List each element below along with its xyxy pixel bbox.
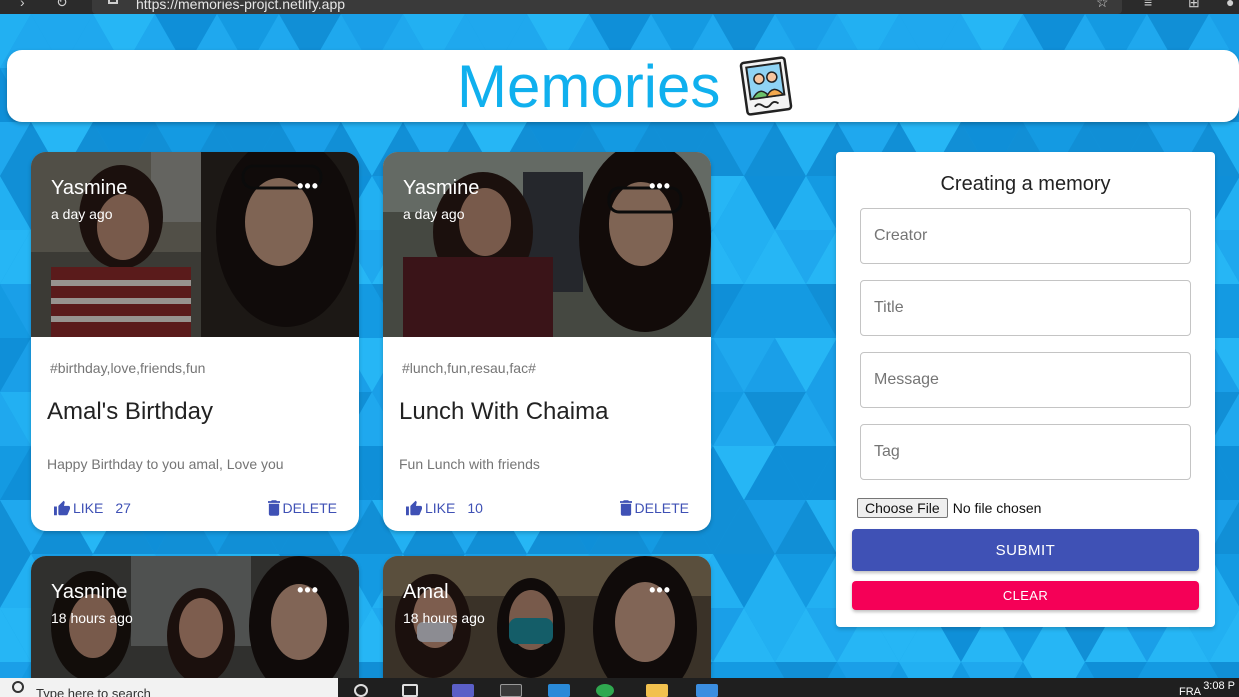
thumb-up-icon bbox=[406, 500, 422, 516]
memory-card: Yasmine a day ago ••• #lunch,fun,resau,f… bbox=[383, 152, 711, 531]
refresh-icon[interactable]: ↻ bbox=[56, 0, 68, 11]
profile-icon[interactable]: ● bbox=[1226, 0, 1234, 10]
more-options-icon[interactable]: ••• bbox=[297, 580, 319, 601]
app-header: Memories bbox=[7, 50, 1239, 122]
post-tags: #lunch,fun,resau,fac# bbox=[402, 360, 536, 376]
trash-icon bbox=[267, 500, 280, 516]
post-time: a day ago bbox=[403, 206, 465, 222]
memory-card: Yasmine 18 hours ago ••• bbox=[31, 556, 359, 678]
memory-photo: Yasmine a day ago ••• bbox=[31, 152, 359, 337]
vscode-icon[interactable] bbox=[548, 684, 570, 697]
edge-browser-icon[interactable] bbox=[596, 684, 614, 697]
system-clock[interactable]: 3:08 P bbox=[1203, 680, 1235, 692]
post-time: a day ago bbox=[51, 206, 113, 222]
tag-input[interactable] bbox=[860, 424, 1191, 480]
delete-label: DELETE bbox=[282, 500, 337, 516]
search-icon bbox=[12, 681, 24, 693]
like-button[interactable]: LIKE 27 bbox=[53, 500, 131, 516]
post-creator: Yasmine bbox=[51, 177, 128, 199]
message-input[interactable] bbox=[860, 352, 1191, 408]
taskbar-search-placeholder: Type here to search bbox=[36, 686, 151, 697]
post-message: Fun Lunch with friends bbox=[399, 456, 540, 472]
browser-toolbar: › ↻ https://memories-projct.netlify.app … bbox=[0, 0, 1239, 14]
like-label: LIKE bbox=[73, 500, 104, 516]
post-title: Amal's Birthday bbox=[47, 398, 213, 425]
like-count: 10 bbox=[467, 500, 483, 516]
post-creator: Amal bbox=[403, 581, 449, 603]
like-count: 27 bbox=[115, 500, 131, 516]
thumb-up-icon bbox=[54, 500, 70, 516]
more-options-icon[interactable]: ••• bbox=[649, 580, 671, 601]
post-creator: Yasmine bbox=[51, 581, 128, 603]
taskbar-search[interactable]: Type here to search bbox=[0, 678, 338, 697]
memory-card: Amal 18 hours ago ••• bbox=[383, 556, 711, 678]
post-tags: #birthday,love,friends,fun bbox=[50, 360, 206, 376]
choose-file-button[interactable]: Choose File bbox=[857, 498, 948, 518]
app-title: Memories bbox=[457, 53, 721, 120]
submit-button[interactable]: SUBMIT bbox=[852, 529, 1199, 571]
more-options-icon[interactable]: ••• bbox=[649, 176, 671, 197]
memory-photo: Amal 18 hours ago ••• bbox=[383, 556, 711, 678]
teams-icon[interactable] bbox=[452, 684, 474, 697]
memory-photo: Yasmine 18 hours ago ••• bbox=[31, 556, 359, 678]
photos-icon[interactable] bbox=[696, 684, 718, 697]
post-time: 18 hours ago bbox=[51, 610, 133, 626]
title-input[interactable] bbox=[860, 280, 1191, 336]
favorite-star-icon[interactable]: ☆ bbox=[1096, 0, 1109, 11]
input-language[interactable]: FRA bbox=[1179, 686, 1201, 697]
url-text[interactable]: https://memories-projct.netlify.app bbox=[136, 0, 345, 12]
terminal-icon[interactable] bbox=[500, 684, 522, 697]
post-title: Lunch With Chaima bbox=[399, 398, 609, 425]
more-options-icon[interactable]: ••• bbox=[297, 176, 319, 197]
delete-button[interactable]: DELETE bbox=[619, 500, 689, 516]
form-title: Creating a memory bbox=[940, 173, 1111, 195]
post-creator: Yasmine bbox=[403, 177, 480, 199]
file-picker: Choose File No file chosen bbox=[857, 498, 1041, 518]
post-time: 18 hours ago bbox=[403, 610, 485, 626]
create-memory-form: Creating a memory Choose File No file ch… bbox=[836, 152, 1215, 627]
delete-button[interactable]: DELETE bbox=[267, 500, 337, 516]
like-button[interactable]: LIKE 10 bbox=[405, 500, 483, 516]
collections-icon[interactable]: ⊞ bbox=[1188, 0, 1200, 11]
page-icon bbox=[108, 0, 118, 4]
file-status: No file chosen bbox=[952, 500, 1042, 516]
trash-icon bbox=[619, 500, 632, 516]
forward-icon[interactable]: › bbox=[20, 0, 25, 10]
memory-photo: Yasmine a day ago ••• bbox=[383, 152, 711, 337]
favorites-list-icon[interactable]: ≡ bbox=[1144, 0, 1152, 10]
file-explorer-icon[interactable] bbox=[646, 684, 668, 697]
memory-card: Yasmine a day ago ••• #birthday,love,fri… bbox=[31, 152, 359, 531]
task-view-icon[interactable] bbox=[402, 684, 418, 697]
clear-button[interactable]: CLEAR bbox=[852, 581, 1199, 610]
post-message: Happy Birthday to you amal, Love you bbox=[47, 456, 284, 472]
delete-label: DELETE bbox=[634, 500, 689, 516]
creator-input[interactable] bbox=[860, 208, 1191, 264]
polaroid-photo-icon bbox=[739, 56, 793, 116]
like-label: LIKE bbox=[425, 500, 456, 516]
cortana-icon[interactable] bbox=[354, 684, 368, 697]
windows-taskbar: Type here to search FRA 3:08 P bbox=[0, 678, 1239, 697]
